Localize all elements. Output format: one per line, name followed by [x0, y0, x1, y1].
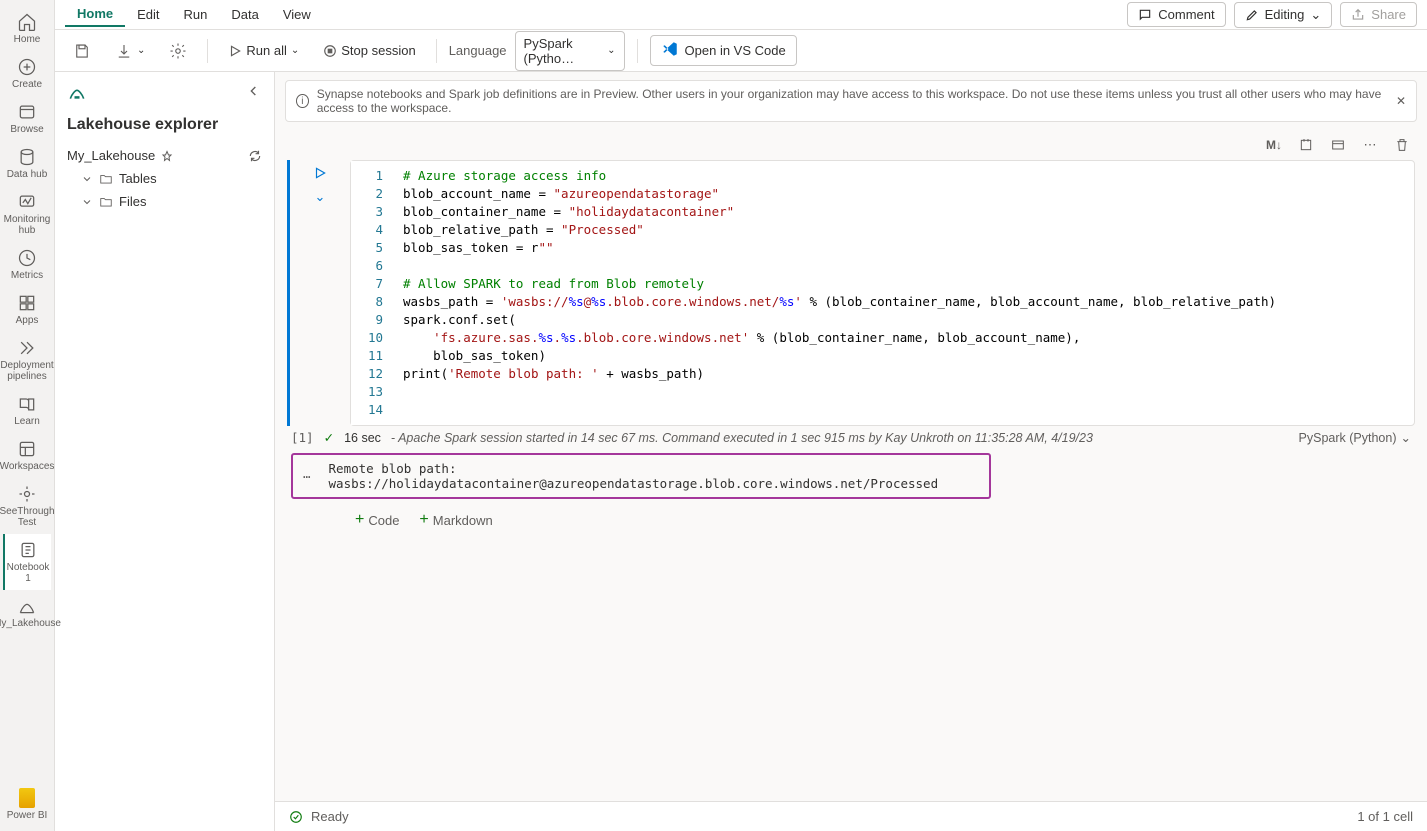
rail-monitoring[interactable]: Monitoring hub — [3, 186, 51, 242]
vscode-icon — [661, 40, 679, 61]
statusbar-ready: Ready — [311, 809, 349, 824]
cell-exec-meta: - Apache Spark session started in 14 sec… — [391, 431, 1093, 445]
cell-delete-button[interactable] — [1391, 134, 1413, 156]
add-cell-row: + Code + Markdown — [275, 499, 1427, 529]
explorer-logo — [67, 82, 87, 102]
add-code-button[interactable]: + Code — [355, 511, 399, 529]
output-text: Remote blob path: wasbs://holidaydatacon… — [329, 461, 979, 491]
chevron-down-icon — [81, 196, 93, 208]
preview-banner: i Synapse notebooks and Spark job defini… — [285, 80, 1417, 122]
open-vscode-button[interactable]: Open in VS Code — [650, 35, 797, 66]
stop-session-button[interactable]: Stop session — [315, 39, 423, 62]
pin-icon — [161, 150, 173, 162]
save-button[interactable] — [65, 38, 99, 64]
cell-action-1[interactable] — [1295, 134, 1317, 156]
chevron-down-icon: ⌄ — [1310, 7, 1321, 23]
check-circle-icon — [289, 810, 303, 824]
rail-datahub[interactable]: Data hub — [3, 141, 51, 186]
chevron-down-icon: ⌄ — [291, 45, 299, 56]
rail-learn[interactable]: Learn — [3, 388, 51, 433]
collapse-explorer-button[interactable] — [246, 83, 262, 102]
banner-close-button[interactable]: ✕ — [1396, 94, 1406, 108]
chevron-down-icon: ⌄ — [137, 45, 145, 56]
rail-home[interactable]: Home — [3, 6, 51, 51]
tab-home[interactable]: Home — [65, 2, 125, 27]
cell-status-row: [1] ✓ 16 sec - Apache Spark session star… — [275, 426, 1427, 449]
ribbon-tabbar: Home Edit Run Data View Comment Editing … — [55, 0, 1427, 30]
settings-button[interactable] — [161, 38, 195, 64]
cell-toolbar: M↓ ⋯ — [275, 130, 1427, 160]
statusbar-cells: 1 of 1 cell — [1357, 809, 1413, 824]
chevron-down-icon — [81, 173, 93, 185]
comment-button[interactable]: Comment — [1127, 2, 1225, 27]
chevron-down-icon: ⌄ — [1401, 430, 1411, 445]
cell-action-2[interactable] — [1327, 134, 1349, 156]
runall-button[interactable]: Run all ⌄ — [220, 39, 307, 62]
powerbi-icon — [19, 788, 35, 808]
folder-icon — [99, 195, 113, 209]
rail-notebook1[interactable]: Notebook 1 — [3, 534, 51, 590]
refresh-icon[interactable] — [248, 149, 262, 163]
files-node[interactable]: Files — [67, 190, 262, 213]
add-markdown-button[interactable]: + Markdown — [419, 511, 492, 529]
language-select[interactable]: PySpark (Pytho… ⌄ — [515, 31, 625, 71]
toolbar: ⌄ Run all ⌄ Stop session Language PySpar… — [55, 30, 1427, 72]
rail-seethrough[interactable]: SeeThrough Test — [3, 478, 51, 534]
tables-node[interactable]: Tables — [67, 167, 262, 190]
cell-output: ⋯ Remote blob path: wasbs://holidaydatac… — [291, 453, 991, 499]
check-icon: ✓ — [324, 430, 334, 445]
lakehouse-explorer: Lakehouse explorer My_Lakehouse Tables F… — [55, 72, 275, 831]
cell-run-dropdown[interactable]: ⌄ — [315, 189, 326, 205]
tab-run[interactable]: Run — [172, 3, 220, 26]
cell-markdown-toggle[interactable]: M↓ — [1263, 134, 1285, 156]
lakehouse-node[interactable]: My_Lakehouse — [67, 144, 262, 167]
run-cell-button[interactable] — [313, 166, 327, 183]
tab-data[interactable]: Data — [219, 3, 270, 26]
tab-view[interactable]: View — [271, 3, 323, 26]
rail-powerbi[interactable]: Power BI — [7, 778, 48, 831]
rail-metrics[interactable]: Metrics — [3, 242, 51, 287]
cell-language[interactable]: PySpark (Python) — [1299, 431, 1397, 445]
notebook-area: i Synapse notebooks and Spark job defini… — [275, 72, 1427, 831]
rail-create[interactable]: Create — [3, 51, 51, 96]
rail-workspaces[interactable]: Workspaces — [3, 433, 51, 478]
code-editor[interactable]: # Azure storage access infoblob_account_… — [393, 161, 1414, 425]
left-rail: Home Create Browse Data hub Monitoring h… — [0, 0, 55, 831]
rail-pipelines[interactable]: Deployment pipelines — [3, 332, 51, 388]
statusbar: Ready 1 of 1 cell — [275, 801, 1427, 831]
download-button[interactable]: ⌄ — [107, 38, 153, 64]
plus-icon: + — [355, 511, 364, 529]
code-cell[interactable]: 1234567891011121314 # Azure storage acce… — [350, 160, 1415, 426]
cell-exec-index: [1] — [291, 430, 314, 445]
language-label: Language — [449, 43, 507, 58]
share-button[interactable]: Share — [1340, 2, 1417, 27]
folder-icon — [99, 172, 113, 186]
rail-browse[interactable]: Browse — [3, 96, 51, 141]
rail-apps[interactable]: Apps — [3, 287, 51, 332]
chevron-down-icon: ⌄ — [607, 45, 615, 56]
plus-icon: + — [419, 511, 428, 529]
rail-mylakehouse[interactable]: My_Lakehouse — [3, 590, 51, 635]
output-menu-icon[interactable]: ⋯ — [303, 469, 313, 484]
info-icon: i — [296, 94, 309, 108]
tab-edit[interactable]: Edit — [125, 3, 171, 26]
editing-button[interactable]: Editing ⌄ — [1234, 2, 1333, 28]
cell-more-button[interactable]: ⋯ — [1359, 134, 1381, 156]
cell-exec-time: 16 sec — [344, 431, 381, 445]
code-gutter: 1234567891011121314 — [351, 161, 393, 425]
explorer-title: Lakehouse explorer — [67, 116, 262, 134]
